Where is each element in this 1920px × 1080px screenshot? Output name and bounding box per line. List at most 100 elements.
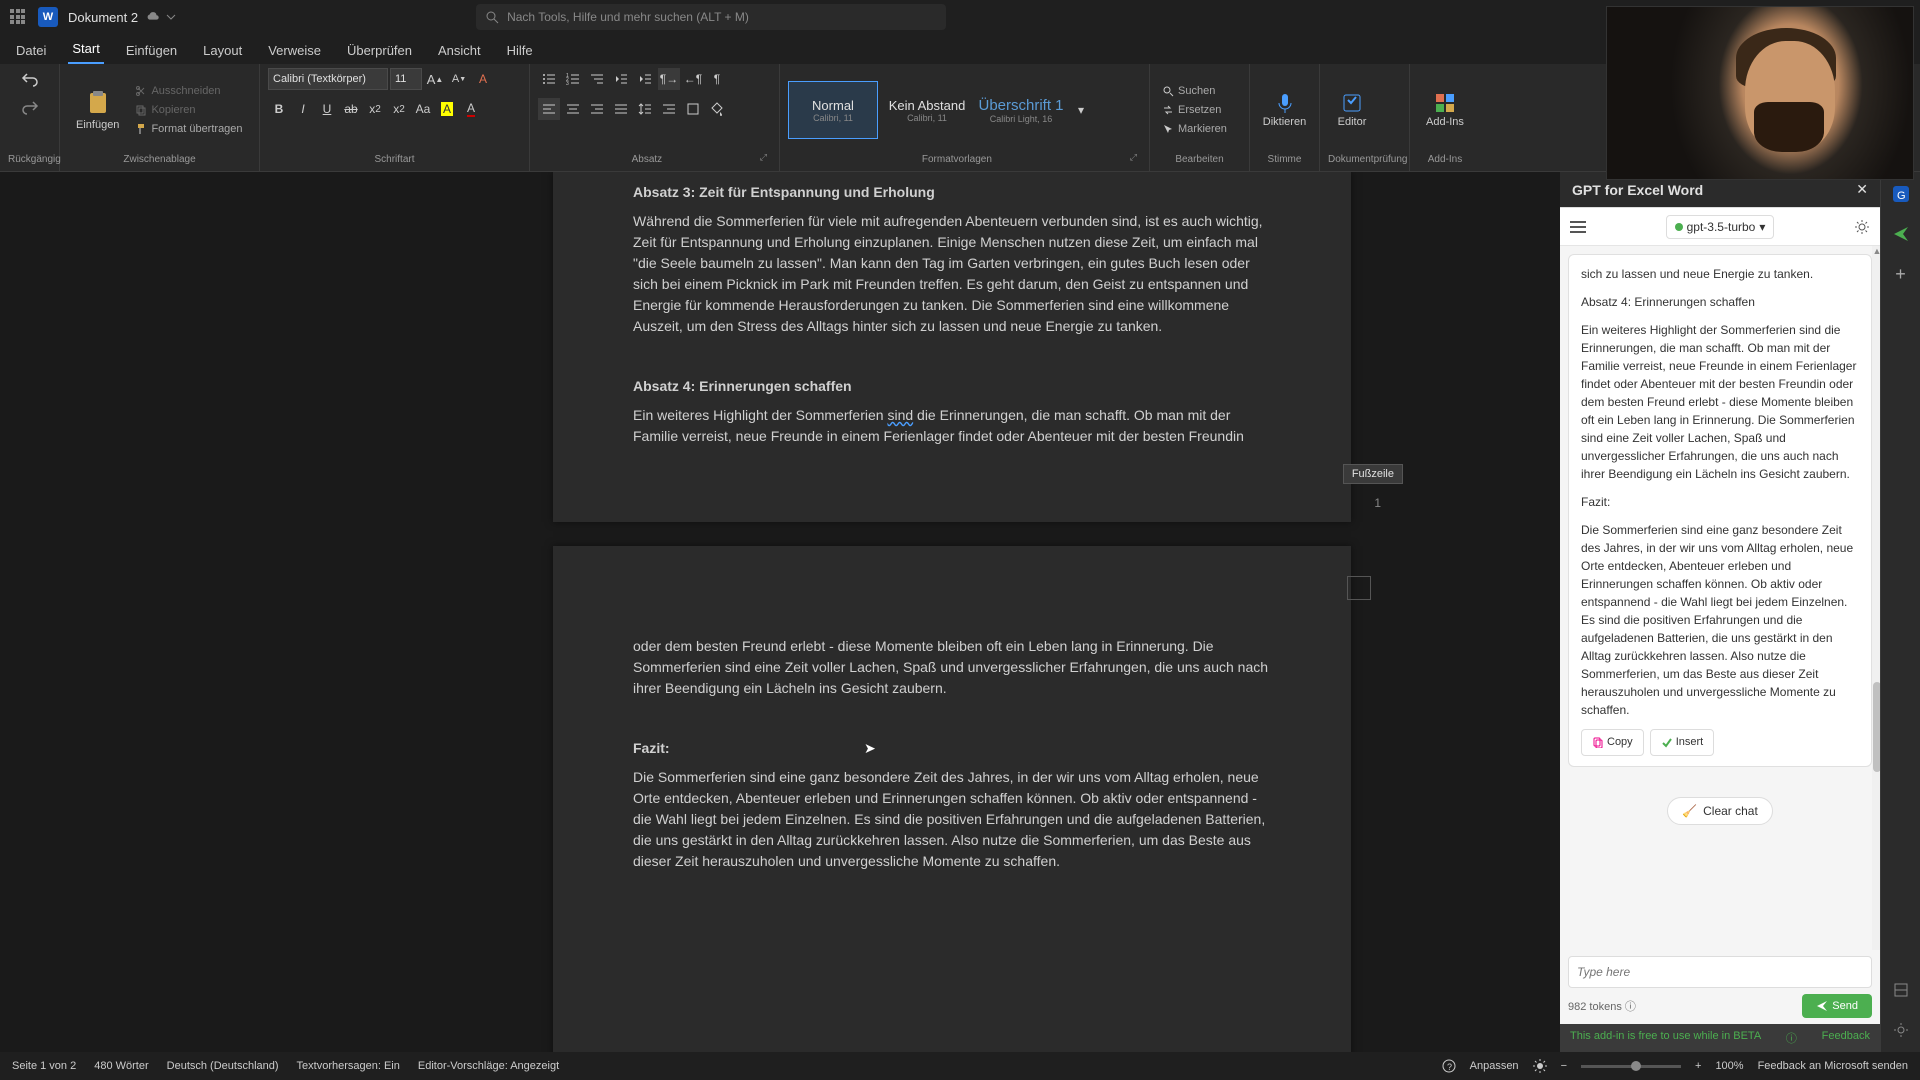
zoom-thumb[interactable]	[1631, 1061, 1641, 1071]
align-center-button[interactable]	[562, 98, 584, 120]
zoom-in-button[interactable]: +	[1695, 1060, 1701, 1072]
grammar-suggestion[interactable]: sind	[887, 407, 913, 423]
beta-info-icon[interactable]: ⓘ	[1786, 1030, 1797, 1046]
app-launcher-icon[interactable]	[10, 9, 26, 25]
align-right-button[interactable]	[586, 98, 608, 120]
status-language[interactable]: Deutsch (Deutschland)	[167, 1060, 279, 1072]
find-button[interactable]: Suchen	[1158, 82, 1231, 100]
borders-button[interactable]	[682, 98, 704, 120]
copy-button[interactable]: Kopieren	[131, 101, 246, 119]
zoom-level[interactable]: 100%	[1715, 1060, 1743, 1072]
tab-hilfe[interactable]: Hilfe	[503, 37, 537, 64]
insert-button[interactable]: Insert	[1650, 729, 1715, 756]
zoom-slider[interactable]	[1581, 1065, 1681, 1068]
clear-chat-button[interactable]: 🧹Clear chat	[1667, 797, 1773, 825]
undo-button[interactable]	[19, 68, 41, 90]
help-icon[interactable]: ?	[1442, 1059, 1456, 1073]
font-family-select[interactable]	[268, 68, 388, 90]
feedback-link[interactable]: Feedback an Microsoft senden	[1758, 1060, 1908, 1072]
italic-button[interactable]: I	[292, 98, 314, 120]
rtl-button[interactable]: ←¶	[682, 68, 704, 90]
shrink-font-button[interactable]: A▼	[448, 68, 470, 90]
editor-button[interactable]: Editor	[1328, 88, 1376, 132]
align-left-button[interactable]	[538, 98, 560, 120]
copy-button[interactable]: Copy	[1581, 729, 1644, 756]
feedback-link[interactable]: Feedback	[1822, 1030, 1870, 1046]
status-predictions[interactable]: Textvorhersagen: Ein	[297, 1060, 400, 1072]
highlight-button[interactable]: A	[436, 98, 458, 120]
indent-special-button[interactable]	[658, 98, 680, 120]
clear-format-button[interactable]: A	[472, 68, 494, 90]
bold-button[interactable]: B	[268, 98, 290, 120]
zoom-out-button[interactable]: −	[1561, 1060, 1567, 1072]
style-no-spacing[interactable]: Kein AbstandCalibri, 11	[882, 81, 972, 139]
styles-dialog-icon[interactable]: ⤢	[1126, 152, 1141, 167]
tab-ansicht[interactable]: Ansicht	[434, 37, 485, 64]
chat-input[interactable]	[1568, 956, 1872, 988]
side-gear-icon[interactable]	[1889, 1018, 1913, 1042]
decrease-indent-button[interactable]	[610, 68, 632, 90]
side-paper-plane-icon[interactable]	[1889, 222, 1913, 246]
header-placeholder[interactable]	[1347, 576, 1371, 600]
underline-button[interactable]: U	[316, 98, 338, 120]
format-painter-button[interactable]: Format übertragen	[131, 120, 246, 138]
styles-more-button[interactable]: ▾	[1070, 99, 1092, 121]
style-normal[interactable]: NormalCalibri, 11	[788, 81, 878, 139]
dictate-button[interactable]: Diktieren	[1258, 88, 1311, 132]
tab-datei[interactable]: Datei	[12, 37, 50, 64]
side-add-icon[interactable]: +	[1889, 262, 1913, 286]
replace-button[interactable]: Ersetzen	[1158, 101, 1231, 119]
chat-scroll-up-icon[interactable]: ▲	[1872, 246, 1880, 256]
tab-start[interactable]: Start	[68, 35, 103, 64]
strikethrough-button[interactable]: ab	[340, 98, 362, 120]
increase-indent-button[interactable]	[634, 68, 656, 90]
show-marks-button[interactable]: ¶	[706, 68, 728, 90]
model-selector[interactable]: gpt-3.5-turbo▾	[1666, 215, 1775, 239]
select-button[interactable]: Markieren	[1158, 120, 1231, 138]
font-color-button[interactable]: A	[460, 98, 482, 120]
menu-icon[interactable]	[1570, 220, 1586, 234]
paste-button[interactable]: Einfügen	[68, 85, 127, 135]
chat-body[interactable]: sich zu lassen und neue Energie zu tanke…	[1560, 246, 1880, 950]
addins-button[interactable]: Add-Ins	[1418, 88, 1472, 132]
tab-layout[interactable]: Layout	[199, 37, 246, 64]
bullets-button[interactable]	[538, 68, 560, 90]
status-page[interactable]: Seite 1 von 2	[12, 1060, 76, 1072]
chat-scrollbar[interactable]: ▲	[1872, 246, 1880, 950]
redo-button[interactable]	[19, 96, 41, 118]
justify-button[interactable]	[610, 98, 632, 120]
style-heading-1[interactable]: Überschrift 1Calibri Light, 16	[976, 81, 1066, 139]
superscript-button[interactable]: x2	[388, 98, 410, 120]
grow-font-button[interactable]: A▲	[424, 68, 446, 90]
subscript-button[interactable]: x2	[364, 98, 386, 120]
tab-ueberpruefen[interactable]: Überprüfen	[343, 37, 416, 64]
info-icon[interactable]: ⓘ	[1625, 1001, 1636, 1013]
font-size-select[interactable]	[390, 68, 422, 90]
multilevel-list-button[interactable]	[586, 68, 608, 90]
ltr-button[interactable]: ¶→	[658, 68, 680, 90]
status-editor-suggestions[interactable]: Editor-Vorschläge: Angezeigt	[418, 1060, 559, 1072]
page-2[interactable]: oder dem besten Freund erlebt - diese Mo…	[553, 546, 1351, 1052]
status-fit[interactable]: Anpassen	[1470, 1060, 1519, 1072]
tab-einfuegen[interactable]: Einfügen	[122, 37, 181, 64]
footer-label[interactable]: Fußzeile	[1343, 464, 1403, 484]
send-button[interactable]: Send	[1802, 994, 1872, 1018]
document-name[interactable]: Dokument 2	[68, 10, 138, 25]
page-1[interactable]: Absatz 3: Zeit für Entspannung und Erhol…	[553, 172, 1351, 522]
side-expand-icon[interactable]	[1889, 978, 1913, 1002]
numbering-button[interactable]: 123	[562, 68, 584, 90]
dropdown-icon[interactable]	[166, 12, 176, 22]
paragraph-dialog-icon[interactable]: ⤢	[756, 152, 771, 167]
shading-button[interactable]	[706, 98, 728, 120]
cut-button[interactable]: Ausschneiden	[131, 82, 246, 100]
change-case-button[interactable]: Aa	[412, 98, 434, 120]
side-addin-icon[interactable]: G	[1889, 182, 1913, 206]
search-box[interactable]: Nach Tools, Hilfe und mehr suchen (ALT +…	[476, 4, 946, 30]
brightness-icon[interactable]	[1533, 1059, 1547, 1073]
panel-close-button[interactable]: ✕	[1856, 181, 1868, 198]
status-words[interactable]: 480 Wörter	[94, 1060, 148, 1072]
chat-scroll-thumb[interactable]	[1873, 682, 1880, 772]
line-spacing-button[interactable]	[634, 98, 656, 120]
tab-verweise[interactable]: Verweise	[264, 37, 325, 64]
settings-icon[interactable]	[1854, 219, 1870, 235]
